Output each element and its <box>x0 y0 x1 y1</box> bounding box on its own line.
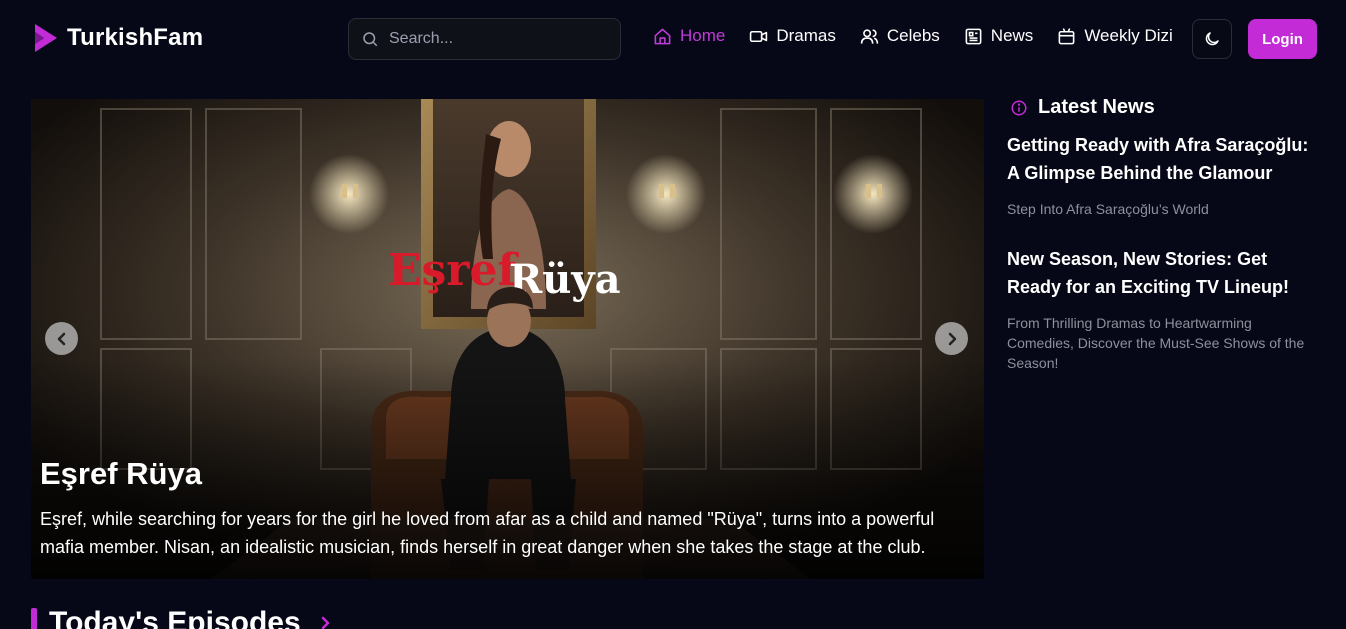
moon-icon <box>1205 32 1219 46</box>
nav-dramas[interactable]: Dramas <box>749 26 836 46</box>
news-item-subtitle: Step Into Afra Saraçoğlu’s World <box>1007 201 1209 217</box>
latest-news-header: Latest News <box>1000 96 1316 119</box>
main-nav: Home Dramas Celebs News Weekly Dizi <box>653 26 1197 46</box>
hero-description: Eşref, while searching for years for the… <box>40 509 935 557</box>
users-icon <box>860 28 879 44</box>
search-input[interactable] <box>389 30 599 48</box>
nav-celebs[interactable]: Celebs <box>860 26 940 46</box>
section-title[interactable]: Today's Episodes <box>49 606 301 629</box>
todays-episodes-section: Today's Episodes <box>31 606 333 629</box>
carousel-prev-button[interactable] <box>45 322 78 355</box>
nav-weekly-dizi[interactable]: Weekly Dizi <box>1057 26 1173 46</box>
nav-news-label: News <box>990 26 1034 45</box>
tv-calendar-icon <box>1058 27 1075 44</box>
hero-title[interactable]: Eşref Rüya <box>40 456 202 492</box>
nav-home-label: Home <box>680 26 726 45</box>
login-button[interactable]: Login <box>1248 19 1317 59</box>
news-item-subtitle: From Thrilling Dramas to Heartwarming Co… <box>1007 315 1305 371</box>
latest-news-heading: Latest News <box>1038 96 1155 118</box>
nav-home[interactable]: Home <box>653 26 725 46</box>
poster-title-red: Eşref <box>388 245 519 296</box>
latest-news-panel: Latest News Getting Ready with Afra Sara… <box>1000 96 1316 373</box>
news-item[interactable]: New Season, New Stories: Get Ready for a… <box>1000 245 1316 373</box>
nav-dramas-label: Dramas <box>776 26 836 45</box>
search-box[interactable] <box>348 18 621 60</box>
chevron-right-icon[interactable] <box>317 615 333 629</box>
video-camera-icon <box>750 30 768 42</box>
logo[interactable]: TurkishFam <box>33 22 203 54</box>
chevron-left-icon <box>57 332 65 345</box>
home-icon <box>654 28 671 44</box>
news-item[interactable]: Getting Ready with Afra Saraçoğlu: A Gli… <box>1000 131 1316 219</box>
info-icon <box>1011 100 1027 115</box>
logo-play-icon <box>35 24 57 52</box>
section-accent-bar <box>31 608 37 629</box>
nav-weekly-dizi-label: Weekly Dizi <box>1084 26 1173 45</box>
nav-news[interactable]: News <box>964 26 1034 46</box>
hero-carousel[interactable]: Eşref Rüya Eşref Rüya Eşref, while searc… <box>31 99 984 579</box>
header: TurkishFam Home Dramas Celebs News Weekl… <box>0 0 1346 80</box>
news-item-title[interactable]: Getting Ready with Afra Saraçoğlu: A Gli… <box>1007 131 1316 187</box>
nav-celebs-label: Celebs <box>886 26 940 45</box>
newspaper-icon <box>965 28 982 44</box>
logo-text: TurkishFam <box>67 24 204 51</box>
carousel-next-button[interactable] <box>935 322 968 355</box>
news-item-title[interactable]: New Season, New Stories: Get Ready for a… <box>1007 245 1316 301</box>
chevron-right-icon <box>948 332 956 345</box>
search-icon <box>363 32 378 47</box>
theme-toggle-button[interactable] <box>1192 19 1232 59</box>
